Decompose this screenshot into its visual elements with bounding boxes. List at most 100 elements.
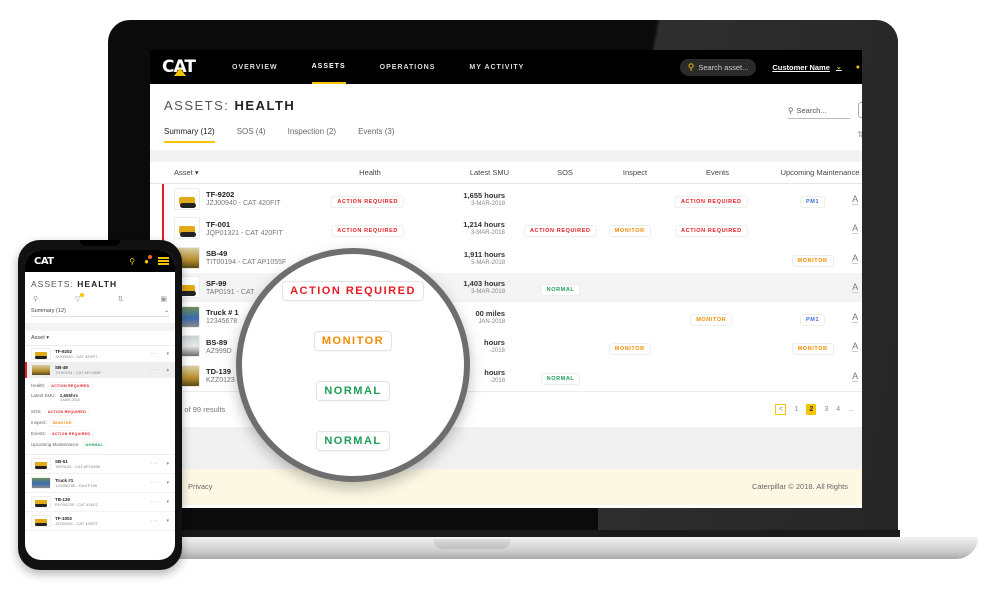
col-maintenance-header: Upcoming Maintenance bbox=[780, 168, 860, 177]
list-item-expanded[interactable]: SB-49 TIT00194 - CAT AP1055E ··· ▴ bbox=[25, 362, 175, 378]
more-icon[interactable]: ··· bbox=[151, 461, 158, 467]
col-events-header: Events bbox=[706, 168, 729, 177]
status-badge: MONITOR bbox=[609, 226, 650, 237]
status-badge: MONITOR bbox=[792, 344, 833, 355]
sort-icon[interactable]: ⇅ bbox=[857, 130, 862, 139]
filter-icon[interactable]: ▽ bbox=[75, 293, 85, 303]
page-ellipsis: ... bbox=[848, 405, 854, 413]
asset-cell: TF-9202 JZJ00940 - CAT 420FIT bbox=[150, 187, 313, 210]
more-icon[interactable]: ··· bbox=[151, 480, 158, 486]
asset-name[interactable]: BS-89 bbox=[206, 338, 232, 347]
smu-date: 3-MAR-2018 bbox=[470, 230, 505, 237]
status-badge-normal: NORMAL bbox=[317, 382, 389, 400]
pagination: < 1 2 3 4 ... bbox=[775, 403, 862, 415]
tab-events[interactable]: Events (3) bbox=[358, 127, 394, 143]
title-prefix: ASSETS: bbox=[31, 279, 74, 289]
nav-overview[interactable]: OVERVIEW bbox=[232, 50, 278, 84]
asset-name[interactable]: TF-9202 bbox=[206, 190, 280, 199]
page-1[interactable]: 1 bbox=[794, 406, 798, 413]
asset-sub: TAP0143 - CAT AP1055E bbox=[55, 464, 101, 469]
smu-value: 1,655hrs 3-MAR-2018 bbox=[60, 393, 80, 402]
search-icon[interactable]: ⚲ bbox=[33, 295, 38, 303]
asset-name[interactable]: Truck # 1 bbox=[206, 308, 239, 317]
privacy-link[interactable]: Privacy bbox=[188, 482, 213, 491]
row-action-link[interactable]: A bbox=[852, 341, 859, 353]
export-icon[interactable]: ▣ bbox=[160, 295, 167, 303]
phone-page-title: ASSETS: HEALTH bbox=[25, 272, 175, 289]
table-row[interactable]: TF-001 JQP01321 - CAT 420FIT ACTION REQU… bbox=[150, 213, 862, 243]
tab-sos[interactable]: SOS (4) bbox=[237, 127, 266, 143]
more-icon[interactable]: ··· bbox=[151, 499, 158, 505]
search-icon[interactable]: ⚲ bbox=[129, 257, 135, 266]
row-action-link[interactable]: A bbox=[852, 282, 859, 294]
sort-icon[interactable]: ⇅ bbox=[118, 295, 124, 303]
nav-my-activity[interactable]: MY ACTIVITY bbox=[469, 50, 524, 84]
asset-serial: 12345678 bbox=[206, 318, 238, 326]
asset-name[interactable]: SF-99 bbox=[206, 279, 254, 288]
status-badge: ACTION REQUIRED bbox=[675, 196, 747, 207]
asset-sub: TIT00194 - CAT AP1055E bbox=[55, 370, 102, 375]
col-asset-header[interactable]: Asset ▾ bbox=[150, 168, 315, 177]
user-icon[interactable]: ● bbox=[856, 64, 860, 71]
cat-logo[interactable]: CAT bbox=[162, 57, 198, 77]
view-dropdown[interactable]: Summary (12) ⌄ bbox=[31, 308, 169, 317]
nav-operations[interactable]: OPERATIONS bbox=[380, 50, 436, 84]
nav-assets[interactable]: ASSETS bbox=[311, 50, 346, 84]
hamburger-menu-icon[interactable] bbox=[158, 257, 169, 265]
chevron-down-icon[interactable]: ▾ bbox=[166, 518, 169, 524]
filter-button[interactable] bbox=[858, 102, 862, 118]
asset-name[interactable]: TD-139 bbox=[206, 367, 235, 376]
detail-sos: SOS: ACTION REQUIRED bbox=[31, 406, 169, 417]
row-action-link[interactable]: A bbox=[852, 193, 859, 205]
events-cell: MONITOR bbox=[649, 308, 773, 326]
phone-top-icons: ⚲ ● bbox=[129, 254, 169, 266]
asset-name[interactable]: SB-49 bbox=[206, 249, 286, 258]
more-icon[interactable]: ··· bbox=[151, 518, 158, 524]
more-icon[interactable]: ··· bbox=[151, 367, 158, 373]
sort-caret-icon: ▾ bbox=[194, 168, 199, 177]
smu-value: 1,911 hours bbox=[463, 249, 506, 259]
pagination-prev[interactable]: < bbox=[775, 403, 787, 415]
chevron-down-icon[interactable]: ▾ bbox=[166, 351, 169, 357]
asset-name[interactable]: TF-001 bbox=[206, 220, 283, 229]
notification-icon[interactable]: ● bbox=[144, 254, 152, 266]
row-action-link[interactable]: A bbox=[852, 252, 859, 264]
asset-thumbnail bbox=[31, 348, 51, 360]
list-item[interactable]: TF-9202 JZJ00940 - CAT 420FIT ··· ▾ bbox=[25, 346, 175, 362]
chevron-up-icon[interactable]: ▴ bbox=[166, 367, 169, 373]
asset-thumbnail bbox=[31, 515, 51, 527]
col-health-header: Health bbox=[359, 168, 381, 177]
tab-summary[interactable]: Summary (12) bbox=[164, 127, 215, 143]
chevron-down-icon[interactable]: ▾ bbox=[166, 480, 169, 486]
status-badge: MONITOR bbox=[609, 344, 650, 355]
smu-date: 3-MAR-2018 bbox=[471, 200, 506, 207]
asset-sub: RLP00239 - CAT 416F2 bbox=[55, 502, 98, 507]
table-row[interactable]: SB-49 TIT00194 - CAT AP1055F 1,911 hours… bbox=[150, 243, 862, 273]
chevron-down-icon[interactable]: ▾ bbox=[166, 461, 169, 467]
alert-flag bbox=[162, 213, 164, 243]
list-item[interactable]: SB-51 TAP0143 - CAT AP1055E ··· ▾ bbox=[25, 455, 175, 474]
page-3[interactable]: 3 bbox=[824, 406, 828, 413]
global-search-input[interactable]: ⚲ Search asset... bbox=[679, 58, 757, 76]
list-item[interactable]: TB-130 RLP00239 - CAT 416F2 ··· ▾ bbox=[25, 493, 175, 512]
chevron-down-icon[interactable]: ▾ bbox=[166, 499, 169, 505]
row-action-link[interactable]: A bbox=[852, 311, 859, 323]
tab-inspection[interactable]: Inspection (2) bbox=[288, 127, 336, 143]
table-search-input[interactable]: ⚲ Search... bbox=[788, 106, 850, 119]
status-badge: ACTION REQUIRED bbox=[332, 196, 404, 207]
table-row[interactable]: TF-9202 JZJ00940 - CAT 420FIT ACTION REQ… bbox=[150, 184, 862, 214]
list-item[interactable]: Truck #1 123456789 - Ford F150 ··· ▾ bbox=[25, 474, 175, 493]
row-more-cell: A bbox=[852, 252, 862, 264]
phone-asset-header[interactable]: Asset ▾ bbox=[25, 331, 175, 346]
row-action-link[interactable]: A bbox=[852, 223, 859, 235]
row-more-cell: A bbox=[852, 341, 862, 353]
smu-value: 1,214 hours bbox=[463, 220, 505, 230]
page-4[interactable]: 4 bbox=[836, 406, 840, 413]
list-item[interactable]: TF-1002 JZZ00491 - CAT 420FIT ··· ▾ bbox=[25, 512, 175, 531]
asset-thumbnail bbox=[31, 496, 51, 508]
more-icon[interactable]: ··· bbox=[151, 351, 158, 357]
customer-menu[interactable]: Customer Name ⌄ bbox=[772, 63, 841, 72]
page-2[interactable]: 2 bbox=[806, 403, 817, 415]
row-action-link[interactable]: A bbox=[852, 370, 859, 382]
cat-logo[interactable]: CAT bbox=[34, 256, 54, 267]
